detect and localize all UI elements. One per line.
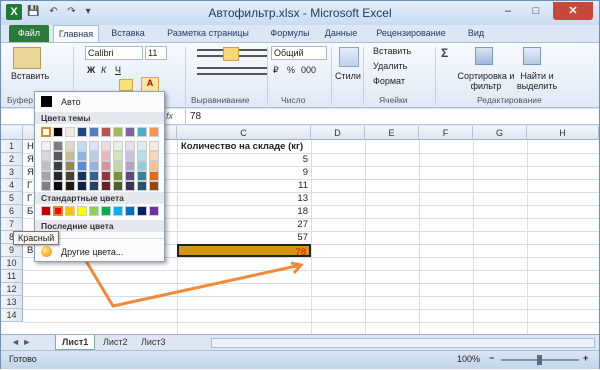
theme-shade-swatch[interactable]	[101, 171, 111, 181]
theme-shade-swatch[interactable]	[101, 141, 111, 151]
theme-shade-swatch[interactable]	[113, 181, 123, 191]
theme-shade-swatch[interactable]	[113, 161, 123, 171]
theme-shade-swatch[interactable]	[125, 181, 135, 191]
color-tooltip: Красный	[13, 231, 60, 245]
theme-shade-swatch[interactable]	[77, 141, 87, 151]
auto-color-swatch[interactable]	[41, 96, 52, 107]
theme-color-swatch[interactable]	[53, 127, 63, 137]
standard-color-swatch[interactable]	[89, 206, 99, 216]
standard-color-swatch[interactable]	[65, 206, 75, 216]
theme-shade-swatch[interactable]	[149, 161, 159, 171]
theme-shade-swatch[interactable]	[89, 161, 99, 171]
theme-shade-swatch[interactable]	[89, 151, 99, 161]
theme-shade-swatch[interactable]	[41, 161, 51, 171]
standard-color-swatch[interactable]	[137, 206, 147, 216]
theme-shade-swatch[interactable]	[53, 181, 63, 191]
theme-shade-swatch[interactable]	[137, 171, 147, 181]
theme-shade-swatch[interactable]	[137, 181, 147, 191]
theme-shade-swatch[interactable]	[53, 171, 63, 181]
theme-shade-swatch[interactable]	[65, 181, 75, 191]
theme-shade-swatch[interactable]	[137, 161, 147, 171]
standard-color-swatch[interactable]	[77, 206, 87, 216]
theme-shade-swatch[interactable]	[89, 181, 99, 191]
theme-color-swatch[interactable]	[41, 127, 51, 137]
theme-shade-swatch[interactable]	[53, 151, 63, 161]
theme-shade-swatch[interactable]	[41, 151, 51, 161]
auto-color-label[interactable]: Авто	[61, 97, 81, 107]
theme-shade-swatch[interactable]	[41, 181, 51, 191]
theme-shade-swatch[interactable]	[125, 161, 135, 171]
theme-shade-swatch[interactable]	[65, 141, 75, 151]
theme-shade-swatch[interactable]	[149, 141, 159, 151]
theme-shade-swatch[interactable]	[125, 141, 135, 151]
more-colors-icon	[41, 246, 52, 257]
theme-shade-swatch[interactable]	[77, 161, 87, 171]
standard-color-swatch[interactable]	[113, 206, 123, 216]
theme-shade-swatch[interactable]	[89, 171, 99, 181]
theme-color-swatch[interactable]	[89, 127, 99, 137]
theme-shade-swatch[interactable]	[149, 151, 159, 161]
more-colors-item[interactable]: Другие цвета...	[61, 247, 123, 257]
theme-colors-header: Цвета темы	[35, 112, 164, 124]
standard-color-swatch[interactable]	[125, 206, 135, 216]
theme-shade-swatch[interactable]	[137, 151, 147, 161]
theme-color-swatch[interactable]	[137, 127, 147, 137]
theme-shade-swatch[interactable]	[41, 141, 51, 151]
theme-shade-swatch[interactable]	[149, 171, 159, 181]
theme-shade-swatch[interactable]	[101, 181, 111, 191]
theme-color-swatch[interactable]	[77, 127, 87, 137]
theme-shade-swatch[interactable]	[53, 161, 63, 171]
standard-color-swatch[interactable]	[53, 206, 63, 216]
theme-shade-swatch[interactable]	[113, 171, 123, 181]
theme-color-swatch[interactable]	[65, 127, 75, 137]
theme-shade-swatch[interactable]	[65, 171, 75, 181]
theme-color-swatch[interactable]	[149, 127, 159, 137]
theme-shade-swatch[interactable]	[77, 151, 87, 161]
theme-shade-swatch[interactable]	[77, 181, 87, 191]
theme-shade-swatch[interactable]	[41, 171, 51, 181]
theme-shade-swatch[interactable]	[65, 161, 75, 171]
theme-shade-swatch[interactable]	[77, 171, 87, 181]
theme-color-swatch[interactable]	[113, 127, 123, 137]
theme-shade-swatch[interactable]	[113, 141, 123, 151]
excel-window: X 💾 ↶ ↷ ▾ Автофильтр.xlsx - Microsoft Ex…	[0, 0, 600, 369]
theme-shade-swatch[interactable]	[113, 151, 123, 161]
theme-shade-swatch[interactable]	[53, 141, 63, 151]
theme-color-swatch[interactable]	[125, 127, 135, 137]
theme-shade-swatch[interactable]	[137, 141, 147, 151]
theme-shade-swatch[interactable]	[149, 181, 159, 191]
standard-color-swatch[interactable]	[41, 206, 51, 216]
theme-color-swatch[interactable]	[101, 127, 111, 137]
theme-shade-swatch[interactable]	[125, 151, 135, 161]
theme-shade-swatch[interactable]	[101, 151, 111, 161]
theme-shade-swatch[interactable]	[125, 171, 135, 181]
standard-color-swatch[interactable]	[149, 206, 159, 216]
theme-shade-swatch[interactable]	[89, 141, 99, 151]
standard-colors-header: Стандартные цвета	[35, 192, 164, 204]
theme-shade-swatch[interactable]	[101, 161, 111, 171]
standard-color-swatch[interactable]	[101, 206, 111, 216]
theme-shade-swatch[interactable]	[65, 151, 75, 161]
